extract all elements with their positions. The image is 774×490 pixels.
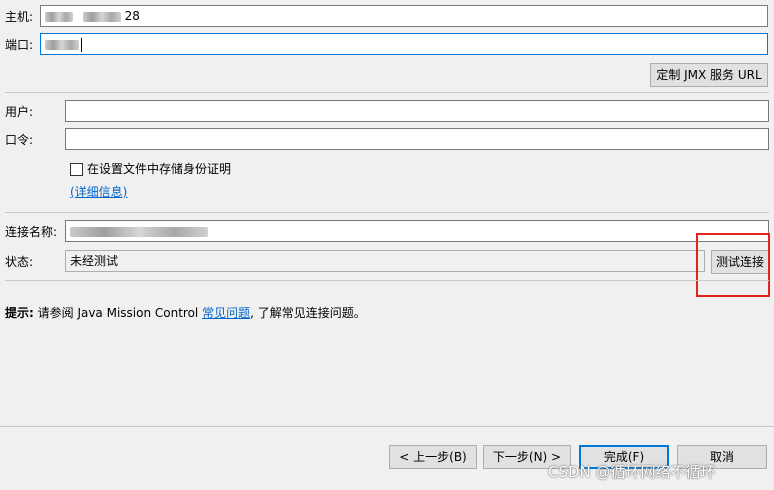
host-input[interactable]: 28 (40, 5, 768, 27)
connection-wizard-page: { "host": { "label": "主机:", "value_suffi… (0, 0, 774, 490)
redacted-text (82, 11, 121, 22)
redacted-text (45, 39, 79, 50)
custom-jmx-url-button[interactable]: 定制 JMX 服务 URL (650, 63, 768, 87)
redacted-text (70, 226, 208, 237)
hint-text-after: , 了解常见连接问题。 (250, 306, 366, 320)
text-caret (81, 37, 82, 52)
status-field: 未经测试 (65, 250, 705, 272)
host-value-suffix: 28 (124, 9, 140, 23)
divider (5, 92, 769, 93)
details-link[interactable]: (详细信息) (70, 184, 127, 200)
divider (5, 280, 769, 281)
password-input[interactable] (65, 128, 769, 150)
watermark: CSDN @循环网络不循环 (548, 463, 716, 481)
connection-name-input[interactable] (65, 220, 769, 242)
faq-link[interactable]: 常见问题 (202, 306, 250, 320)
port-input[interactable] (40, 33, 768, 55)
status-label: 状态: (5, 255, 34, 269)
divider (5, 212, 769, 213)
user-input[interactable] (65, 100, 769, 122)
hint-text-before: 请参阅 Java Mission Control (33, 306, 203, 320)
host-label: 主机: (5, 10, 34, 24)
back-button[interactable]: < 上一步(B) (389, 445, 477, 469)
footer-divider (0, 426, 774, 427)
hint-prefix: 提示: (5, 306, 34, 320)
hint-text: 提示: 请参阅 Java Mission Control 常见问题, 了解常见连… (5, 305, 366, 321)
highlight-box (696, 233, 770, 297)
password-label: 口令: (5, 133, 34, 147)
user-label: 用户: (5, 105, 34, 119)
redacted-text (45, 11, 73, 22)
store-credentials-checkbox[interactable] (70, 163, 83, 176)
store-credentials-label: 在设置文件中存储身份证明 (87, 162, 232, 176)
connection-name-label: 连接名称: (5, 225, 58, 239)
port-label: 端口: (5, 38, 34, 52)
